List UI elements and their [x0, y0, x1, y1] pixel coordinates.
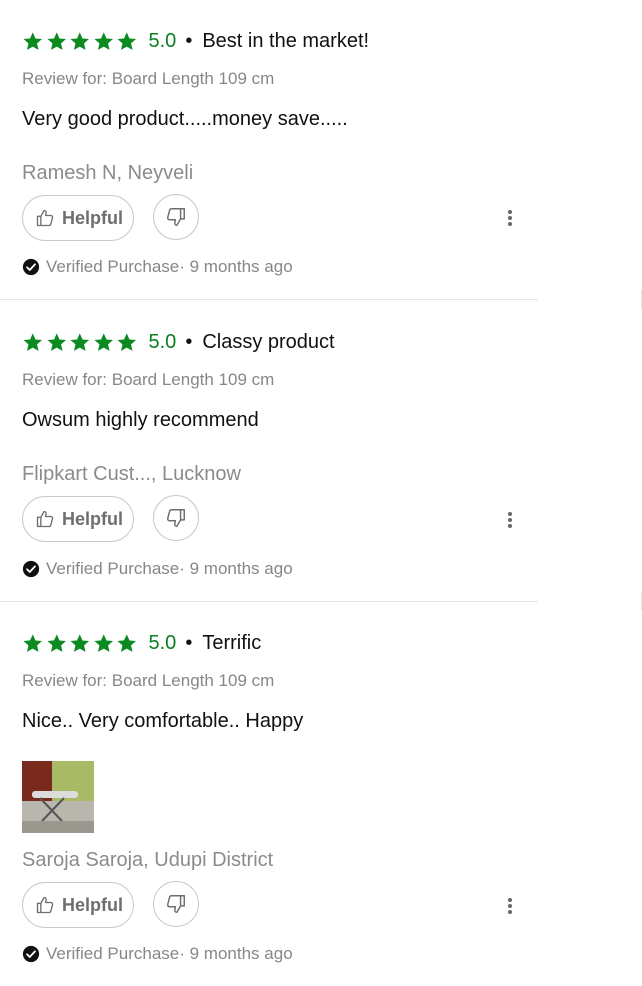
star-icon — [69, 31, 91, 52]
verified-label: Verified Purchase — [46, 257, 180, 276]
review-variant: Review for: Board Length 109 cm — [22, 69, 275, 88]
verified-purchase: Verified Purchase · 9 months ago — [22, 257, 293, 277]
more-vertical-icon — [508, 898, 512, 902]
helpful-button[interactable]: Helpful — [22, 882, 134, 928]
star-rating — [22, 332, 138, 353]
helpful-button[interactable]: Helpful — [22, 195, 134, 241]
review-title: Terrific — [202, 631, 262, 654]
rating-row: 5.0 • Best in the market! — [22, 28, 369, 54]
star-icon — [22, 633, 44, 654]
review-title: Best in the market! — [202, 29, 370, 52]
reviewer-name: Saroja Saroja, Udupi District — [22, 849, 274, 871]
star-rating — [22, 633, 138, 654]
more-vertical-icon — [508, 210, 512, 214]
rating-score: 5.0 — [148, 330, 177, 353]
review-variant: Review for: Board Length 109 cm — [22, 671, 275, 690]
thumbs-down-icon — [165, 206, 187, 228]
star-icon — [22, 31, 44, 52]
star-icon — [22, 332, 44, 353]
star-icon — [116, 332, 138, 353]
more-options-button[interactable] — [502, 208, 518, 228]
review-time: · 9 months ago — [179, 257, 293, 276]
thumbs-down-icon — [165, 893, 187, 915]
verified-purchase: Verified Purchase · 9 months ago — [22, 944, 293, 964]
star-icon — [69, 633, 91, 654]
separator-dot: • — [185, 30, 193, 52]
review-text: Nice.. Very comfortable.. Happy — [22, 710, 304, 732]
ironing-board-photo — [22, 761, 94, 833]
thumbs-down-icon — [165, 507, 187, 529]
separator-dot: • — [185, 331, 193, 353]
review-time: · 9 months ago — [179, 944, 293, 963]
review-variant: Review for: Board Length 109 cm — [22, 370, 275, 389]
review-title: Classy product — [202, 330, 335, 353]
star-icon — [93, 332, 115, 353]
helpful-button[interactable]: Helpful — [22, 496, 134, 542]
helpful-label: Helpful — [62, 508, 123, 529]
unhelpful-button[interactable] — [153, 881, 199, 927]
check-circle-icon — [22, 560, 40, 578]
star-icon — [116, 31, 138, 52]
check-circle-icon — [22, 258, 40, 276]
thumbs-up-icon — [34, 895, 56, 915]
review-text: Owsum highly recommend — [22, 409, 259, 431]
star-icon — [46, 332, 68, 353]
rating-row: 5.0 • Classy product — [22, 329, 335, 355]
more-options-button[interactable] — [502, 896, 518, 916]
rating-score: 5.0 — [148, 631, 177, 654]
verified-label: Verified Purchase — [46, 944, 180, 963]
separator-dot: • — [185, 632, 193, 654]
star-icon — [46, 31, 68, 52]
more-vertical-icon — [508, 512, 512, 516]
more-options-button[interactable] — [502, 510, 518, 530]
star-icon — [93, 31, 115, 52]
reviewer-name: Ramesh N, Neyveli — [22, 162, 194, 184]
review-text: Very good product.....money save..... — [22, 108, 348, 130]
star-icon — [69, 332, 91, 353]
divider — [0, 601, 538, 602]
reviewer-name: Flipkart Cust..., Lucknow — [22, 463, 241, 485]
verified-purchase: Verified Purchase · 9 months ago — [22, 559, 293, 579]
rating-score: 5.0 — [148, 29, 177, 52]
helpful-label: Helpful — [62, 894, 123, 915]
review-time: · 9 months ago — [179, 559, 293, 578]
unhelpful-button[interactable] — [153, 194, 199, 240]
rating-row: 5.0 • Terrific — [22, 630, 261, 656]
star-icon — [93, 633, 115, 654]
thumbs-up-icon — [34, 509, 56, 529]
unhelpful-button[interactable] — [153, 495, 199, 541]
star-icon — [116, 633, 138, 654]
divider — [0, 299, 538, 300]
star-rating — [22, 31, 138, 52]
check-circle-icon — [22, 945, 40, 963]
thumbs-up-icon — [34, 208, 56, 228]
star-icon — [46, 633, 68, 654]
verified-label: Verified Purchase — [46, 559, 180, 578]
helpful-label: Helpful — [62, 207, 123, 228]
review-photo[interactable] — [22, 761, 94, 833]
